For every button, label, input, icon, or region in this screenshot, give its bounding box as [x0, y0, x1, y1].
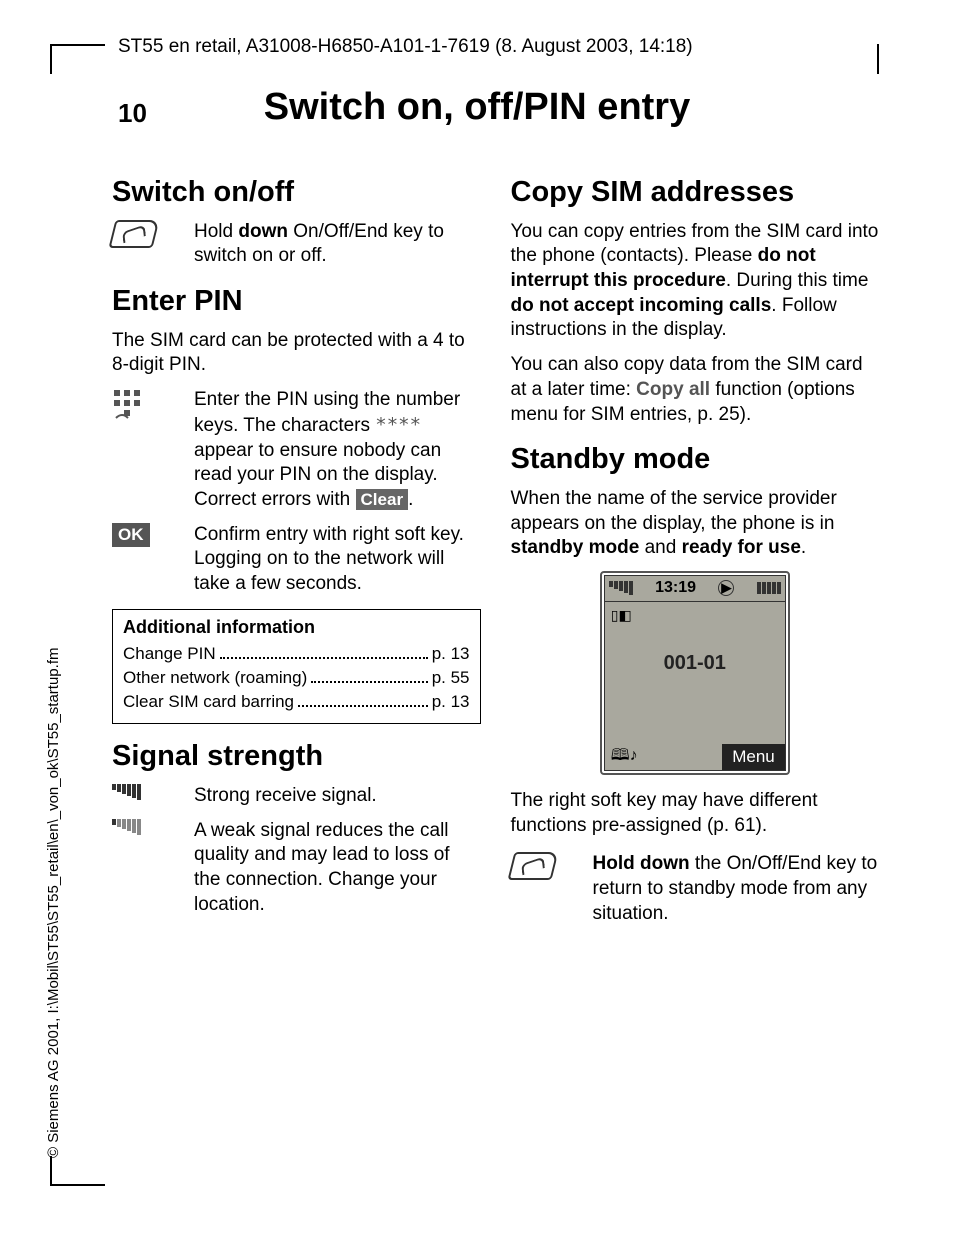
heading-signal-strength: Signal strength	[112, 738, 481, 776]
signal-strong-text: Strong receive signal.	[194, 784, 481, 809]
signal-weak-text: A weak signal reduces the call quality a…	[194, 819, 481, 918]
phone-right-softkey: Menu	[722, 744, 785, 770]
right-column: Copy SIM addresses You can copy entries …	[511, 160, 880, 936]
additional-info-box: Additional information Change PINp. 13 O…	[112, 609, 481, 725]
phone-left-softkey-icon: 🕮♪	[605, 744, 644, 769]
switch-onoff-text: Hold down On/Off/End key to switch on or…	[194, 220, 481, 269]
enter-pin-intro: The SIM card can be protected with a 4 t…	[112, 329, 481, 378]
addl-row: Change PINp. 13	[123, 643, 470, 665]
phone-signal-icon	[609, 581, 633, 595]
heading-enter-pin: Enter PIN	[112, 283, 481, 321]
enter-pin-text: Enter the PIN using the number keys. The…	[194, 388, 481, 512]
crop-mark-top-right	[877, 44, 879, 74]
keypad-icon	[112, 388, 182, 422]
crop-mark-top-left	[50, 44, 105, 74]
copyright-sidebar: © Siemens AG 2001, I:\Mobil\ST55\ST55_re…	[45, 648, 62, 1158]
heading-switch-onoff: Switch on/off	[112, 174, 481, 212]
phone-battery-icon	[757, 582, 781, 594]
addl-row: Other network (roaming)p. 55	[123, 667, 470, 689]
phone-time: 13:19	[655, 578, 696, 599]
ok-text: Confirm entry with right soft key. Loggi…	[194, 523, 481, 597]
heading-standby-mode: Standby mode	[511, 441, 880, 479]
phone-gprs-icon: ▶	[718, 580, 734, 596]
phone-display-mock: 13:19 ▶ ▯◧ 001-01 🕮♪ Menu	[600, 571, 790, 775]
left-column: Switch on/off Hold down On/Off/End key t…	[112, 160, 481, 936]
ok-softkey-badge: OK	[112, 523, 182, 547]
signal-weak-icon	[112, 819, 182, 835]
clear-softkey-badge: Clear	[356, 489, 409, 510]
onoff-key-icon	[511, 852, 581, 880]
page-number: 10	[118, 98, 147, 129]
phone-network-name: 001-01	[605, 650, 785, 676]
holddown-text: Hold down the On/Off/End key to return t…	[593, 852, 880, 926]
heading-copy-sim: Copy SIM addresses	[511, 174, 880, 212]
copy-sim-p2: You can also copy data from the SIM card…	[511, 353, 880, 427]
softkey-note: The right soft key may have different fu…	[511, 789, 880, 838]
addl-row: Clear SIM card barringp. 13	[123, 691, 470, 713]
phone-status-icons: ▯◧	[611, 606, 632, 624]
chapter-title: Switch on, off/PIN entry	[264, 86, 690, 129]
onoff-key-icon	[112, 220, 182, 248]
running-header: ST55 en retail, A31008-H6850-A101-1-7619…	[118, 36, 693, 58]
copy-sim-p1: You can copy entries from the SIM card i…	[511, 220, 880, 343]
signal-strong-icon	[112, 784, 182, 800]
standby-p1: When the name of the service provider ap…	[511, 487, 880, 561]
content-columns: Switch on/off Hold down On/Off/End key t…	[112, 160, 879, 936]
additional-info-title: Additional information	[123, 616, 470, 639]
crop-mark-bottom-left	[50, 1156, 105, 1186]
